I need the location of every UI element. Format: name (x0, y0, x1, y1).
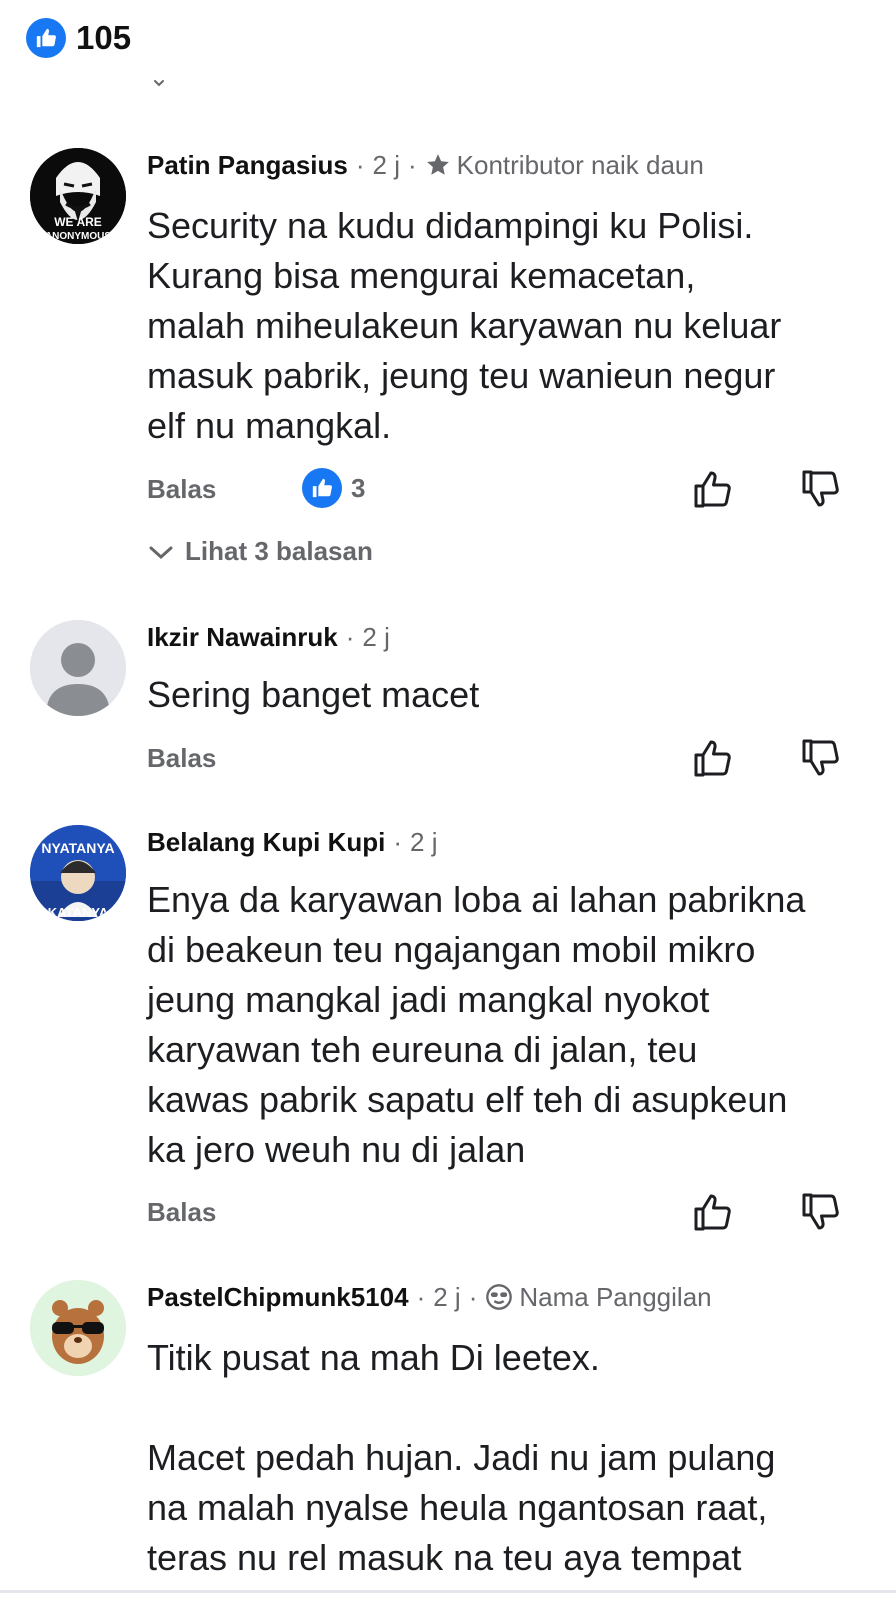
timestamp[interactable]: 2 j (410, 827, 437, 858)
reaction-number: 3 (351, 472, 366, 503)
avatar[interactable]: WE ARE ANONYMOUS (30, 148, 126, 244)
thumbs-up-icon (26, 18, 66, 58)
nickname-badge: Nama Panggilan (519, 1281, 712, 1312)
thumbs-up-icon[interactable] (692, 1191, 732, 1233)
avatar[interactable]: NYATANYA KATANYA (30, 825, 126, 921)
view-replies-link[interactable]: Lihat 3 balasan (147, 536, 373, 567)
comment-actions: Balas (0, 737, 896, 781)
thumbs-up-icon[interactable] (692, 468, 732, 510)
svg-text:NYATANYA: NYATANYA (41, 840, 114, 856)
thumbs-down-icon[interactable] (800, 737, 840, 779)
separator: · (468, 1281, 478, 1312)
timestamp[interactable]: 2 j (373, 150, 400, 181)
avatar[interactable] (30, 620, 126, 716)
thumbs-down-icon[interactable] (800, 1191, 840, 1233)
author-name[interactable]: PastelChipmunk5104 (147, 1282, 409, 1313)
reaction-count[interactable]: 3 (302, 468, 365, 508)
comment-meta: Patin Pangasius · 2 j · Kontributor naik… (147, 148, 704, 182)
reply-button[interactable]: Balas (147, 1197, 216, 1228)
separator: · (416, 1281, 426, 1312)
svg-text:ANONYMOUS: ANONYMOUS (45, 231, 111, 242)
separator: · (407, 149, 417, 180)
sunglasses-face-icon (485, 1283, 513, 1311)
comment-meta: Belalang Kupi Kupi · 2 j (147, 825, 437, 859)
timestamp[interactable]: 2 j (433, 1282, 460, 1313)
star-icon (425, 152, 451, 178)
chevron-down-icon (149, 546, 173, 559)
svg-text:KATANYA: KATANYA (48, 905, 109, 920)
bottom-divider (0, 1590, 896, 1593)
comment-meta: Ikzir Nawainruk · 2 j (147, 620, 390, 654)
author-name[interactable]: Ikzir Nawainruk (147, 622, 338, 653)
reply-button[interactable]: Balas (147, 474, 216, 505)
chevron-down-icon[interactable] (151, 78, 167, 88)
view-replies-label: Lihat 3 balasan (185, 536, 373, 566)
separator: · (393, 826, 403, 857)
separator: · (345, 621, 355, 652)
reply-button[interactable]: Balas (147, 743, 216, 774)
svg-text:WE ARE: WE ARE (54, 215, 102, 229)
author-name[interactable]: Belalang Kupi Kupi (147, 827, 385, 858)
comment-actions: Balas (0, 1191, 896, 1235)
comment-text: Titik pusat na mah Di leetex. Macet peda… (147, 1337, 776, 1578)
comment-meta: PastelChipmunk5104 · 2 j · Nama Panggila… (147, 1280, 712, 1314)
author-name[interactable]: Patin Pangasius (147, 150, 348, 181)
avatar[interactable] (30, 1280, 126, 1376)
comment-text: Security na kudu didampingi ku Polisi. K… (147, 205, 782, 446)
comment-actions: Balas 3 (0, 468, 896, 512)
comment-text: Sering banget macet (147, 674, 480, 715)
timestamp[interactable]: 2 j (362, 622, 389, 653)
contributor-badge: Kontributor naik daun (456, 149, 704, 180)
thumbs-down-icon[interactable] (800, 468, 840, 510)
thumbs-up-icon (302, 468, 342, 508)
thumbs-up-icon[interactable] (692, 737, 732, 779)
comment-text: Enya da karyawan loba ai lahan pabrikna … (147, 879, 806, 1170)
reaction-summary[interactable]: 105 (26, 18, 131, 58)
like-count: 105 (76, 19, 132, 56)
separator: · (355, 149, 365, 180)
